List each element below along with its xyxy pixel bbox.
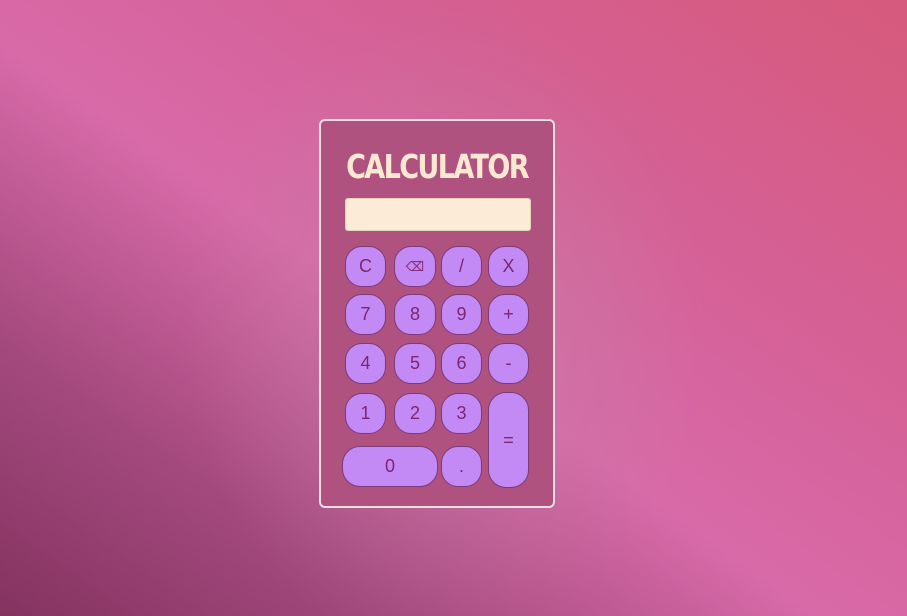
eight-button[interactable]: 8 (394, 294, 436, 335)
one-button[interactable]: 1 (345, 393, 386, 434)
divide-button[interactable]: / (441, 246, 482, 287)
six-button[interactable]: 6 (441, 343, 482, 384)
clear-button[interactable]: C (345, 246, 386, 287)
equals-button[interactable]: = (488, 392, 529, 488)
nine-button[interactable]: 9 (441, 294, 482, 335)
calculator-display[interactable] (345, 198, 531, 231)
seven-button[interactable]: 7 (345, 294, 386, 335)
two-button[interactable]: 2 (394, 393, 436, 434)
five-button[interactable]: 5 (394, 343, 436, 384)
plus-button[interactable]: + (488, 294, 529, 335)
zero-button[interactable]: 0 (342, 446, 438, 487)
four-button[interactable]: 4 (345, 343, 386, 384)
minus-button[interactable]: - (488, 343, 529, 384)
decimal-button[interactable]: . (441, 446, 482, 487)
calculator-title: CALCULATOR (346, 147, 530, 186)
backspace-button[interactable]: ⌫ (394, 246, 436, 287)
three-button[interactable]: 3 (441, 393, 482, 434)
calculator: CALCULATOR C ⌫ / X 7 8 9 + 4 5 6 - 1 2 3… (319, 119, 555, 508)
multiply-button[interactable]: X (488, 246, 529, 287)
